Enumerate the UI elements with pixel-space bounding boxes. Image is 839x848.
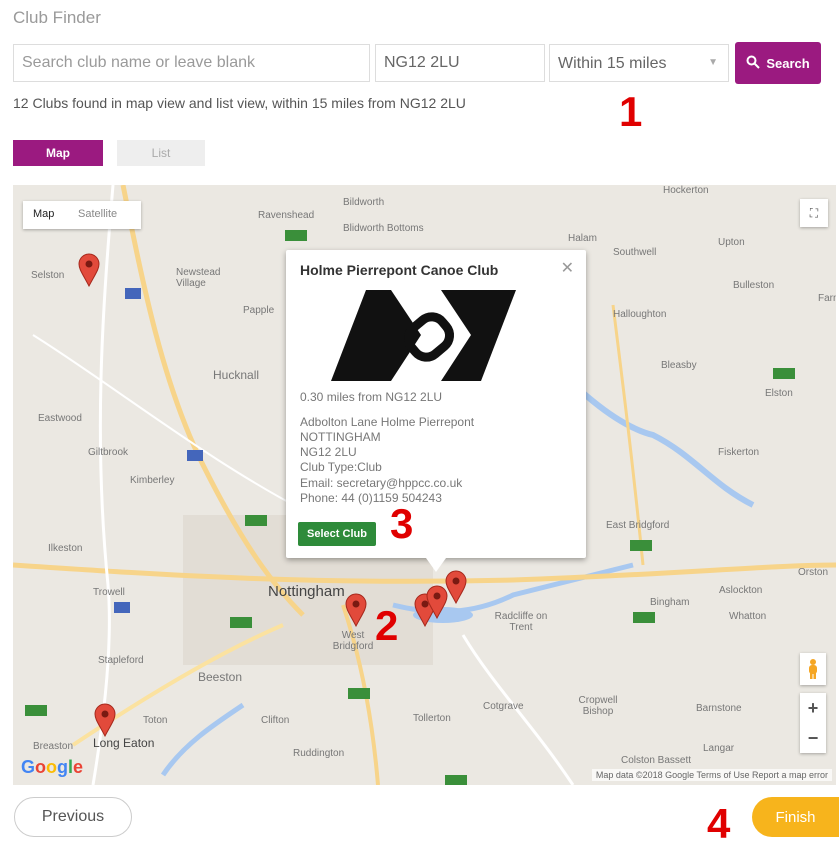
club-info-popup: Holme Pierrepont Canoe Club ✕ 0.30 miles… — [286, 250, 586, 572]
search-button-label: Search — [766, 55, 810, 71]
close-icon[interactable]: ✕ — [561, 258, 574, 278]
map-attribution[interactable]: Map data ©2018 Google Terms of Use Repor… — [591, 769, 832, 781]
map-label: Whatton — [729, 611, 767, 622]
map-label: Aslockton — [719, 585, 763, 596]
popup-address-line1: Adbolton Lane Holme Pierrepont — [300, 415, 475, 429]
popup-address-line2: NOTTINGHAM — [300, 430, 381, 444]
popup-club-type: Club Type:Club — [300, 460, 382, 474]
map-label: Blidworth Bottoms — [343, 223, 424, 234]
map-label: Colston Bassett — [621, 755, 692, 766]
postcode-input[interactable] — [375, 44, 545, 82]
map-label: Halam — [568, 233, 597, 244]
map-label: Southwell — [613, 247, 657, 258]
map-label: Eastwood — [38, 413, 82, 424]
map-label: Kimberley — [130, 475, 175, 486]
map-label: Beeston — [198, 670, 243, 684]
map-label: Clifton — [261, 715, 290, 726]
popup-distance: 0.30 miles from NG12 2LU — [300, 390, 443, 404]
radius-select-value: Within 15 miles — [558, 55, 667, 72]
search-button[interactable]: Search — [735, 42, 821, 84]
club-marker[interactable] — [345, 593, 367, 627]
map-label: Newstead Village — [176, 267, 221, 289]
map-label: Upton — [718, 237, 745, 248]
map-label: Cotgrave — [483, 701, 524, 712]
map-label: Farnd — [818, 293, 836, 304]
map-label: Elston — [765, 388, 793, 399]
map-label: Bildworth — [343, 197, 385, 208]
map-label: Breaston — [33, 741, 74, 752]
map-label: Halloughton — [613, 309, 667, 320]
previous-button[interactable]: Previous — [14, 797, 132, 837]
club-marker[interactable] — [94, 703, 116, 737]
map-label: Radcliffe on Trent — [494, 611, 548, 633]
radius-select[interactable]: Within 15 miles ▼ — [549, 44, 729, 82]
map-label-nottingham: Nottingham — [268, 583, 345, 600]
map-label: Ilkeston — [48, 543, 83, 554]
map-label: Langar — [703, 743, 735, 754]
map-label: East Bridgford — [606, 520, 670, 531]
map-label: Ruddington — [293, 748, 345, 759]
map-type-satellite-button[interactable]: Satellite — [78, 208, 117, 220]
map-label: Orston — [798, 567, 829, 578]
map-label: Bulleston — [733, 280, 775, 291]
map-label: Hucknall — [213, 368, 260, 382]
map-label: Ravenshead — [258, 210, 315, 221]
map-label: Giltbrook — [88, 447, 129, 458]
fullscreen-icon[interactable]: ⛶ — [800, 199, 828, 227]
club-map[interactable]: Bildworth Hockerton Ravenshead Blidworth… — [13, 185, 836, 785]
step-annotation-1: 1 — [619, 88, 643, 135]
select-club-button[interactable]: Select Club — [298, 522, 376, 546]
step-annotation-2: 2 — [375, 602, 399, 649]
map-label: Hockerton — [663, 185, 709, 196]
map-label: West Bridgford — [332, 630, 374, 652]
map-label: Cropwell Bishop — [578, 695, 618, 717]
popup-email: Email: secretary@hppcc.co.uk — [300, 476, 463, 490]
club-marker[interactable] — [445, 570, 467, 604]
map-label: Selston — [31, 270, 65, 281]
popup-address-line3: NG12 2LU — [300, 445, 357, 459]
map-label: Barnstone — [696, 703, 742, 714]
street-view-pegman-icon[interactable] — [800, 653, 826, 685]
map-type-map-button[interactable]: Map — [33, 208, 54, 220]
map-type-control: Map Satellite — [23, 201, 141, 229]
tab-list[interactable]: List — [117, 140, 205, 166]
map-label: Trowell — [93, 587, 125, 598]
map-label: Tollerton — [413, 713, 451, 724]
step-annotation-3: 3 — [390, 500, 414, 547]
chevron-down-icon: ▼ — [708, 57, 718, 68]
map-label: Toton — [143, 715, 168, 726]
tab-map[interactable]: Map — [13, 140, 103, 166]
map-label: Stapleford — [98, 655, 144, 666]
google-logo: Google — [21, 757, 84, 777]
popup-phone: Phone: 44 (0)1159 504243 — [300, 491, 442, 505]
club-logo — [331, 290, 516, 381]
popup-title: Holme Pierrepont Canoe Club — [300, 262, 499, 278]
map-label: Papple — [243, 305, 275, 316]
map-label: Long Eaton — [93, 736, 155, 750]
map-label: Fiskerton — [718, 447, 760, 458]
zoom-in-icon[interactable]: + — [800, 693, 826, 723]
zoom-control: + − — [800, 693, 826, 753]
map-label: Bleasby — [661, 360, 697, 371]
finish-button[interactable]: Finish — [752, 797, 839, 837]
search-icon — [746, 55, 761, 72]
step-annotation-4: 4 — [707, 800, 731, 847]
results-summary: 12 Clubs found in map view and list view… — [13, 95, 466, 111]
club-marker[interactable] — [78, 253, 100, 287]
club-name-search-input[interactable] — [13, 44, 370, 82]
map-label: Bingham — [650, 597, 690, 608]
page-title: Club Finder — [13, 8, 101, 27]
zoom-out-icon[interactable]: − — [800, 723, 826, 753]
